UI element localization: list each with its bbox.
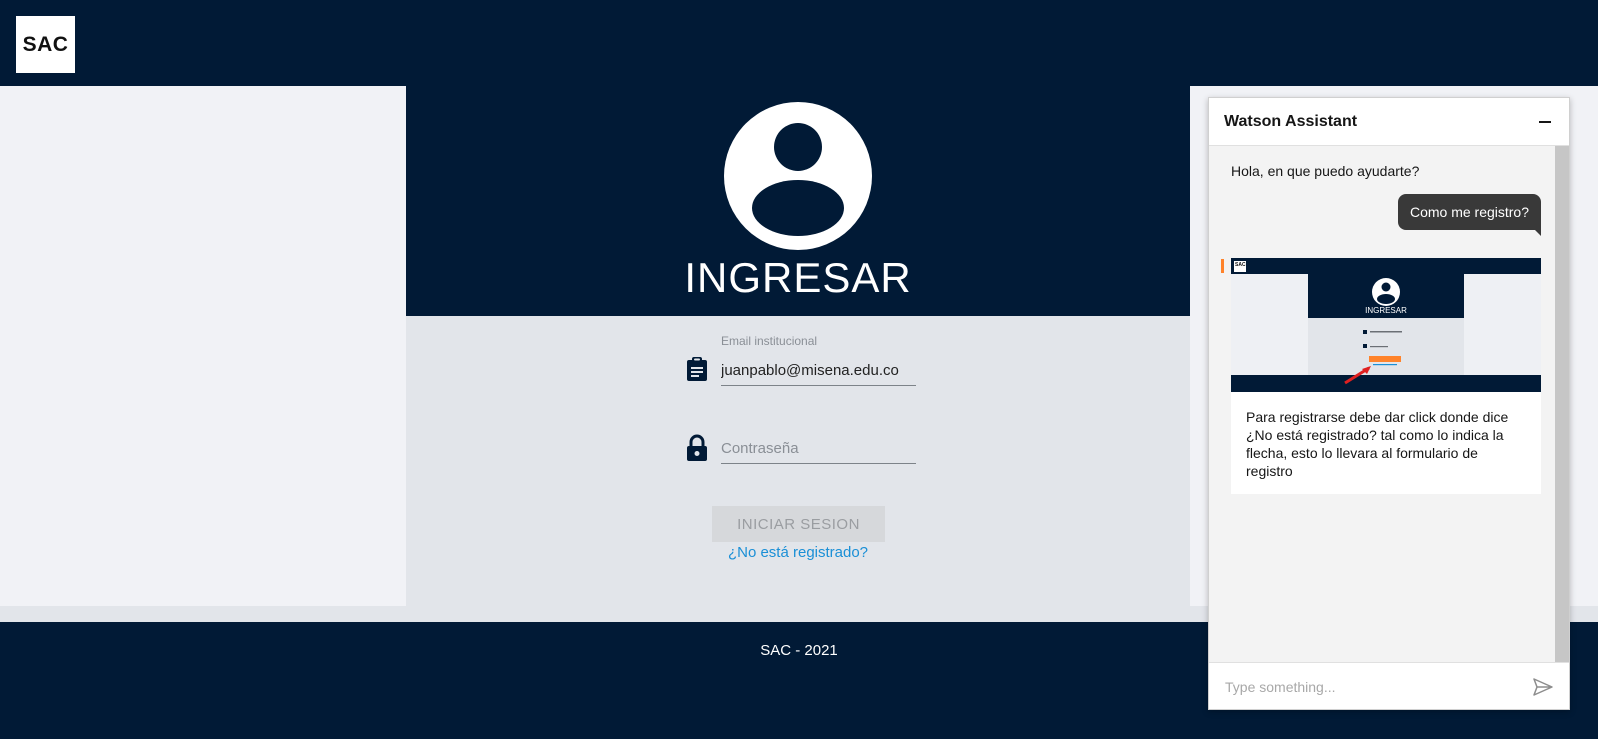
- lock-icon: [686, 434, 708, 467]
- login-hero: INGRESAR: [406, 86, 1190, 316]
- minimize-button[interactable]: [1529, 106, 1561, 138]
- bot-response-marker: [1221, 259, 1224, 273]
- email-input[interactable]: [721, 356, 916, 386]
- chat-input[interactable]: [1225, 675, 1515, 699]
- top-bar: SAC: [0, 0, 1598, 86]
- chat-widget: Watson Assistant Hola, en que puedo ayud…: [1208, 97, 1570, 710]
- bot-image-logo: SAC: [1235, 262, 1246, 268]
- chat-input-bar: [1209, 662, 1569, 709]
- minus-icon: [1539, 121, 1551, 123]
- chat-scrollbar[interactable]: [1555, 146, 1569, 662]
- bot-image-title: INGRESAR: [1365, 306, 1407, 315]
- bot-response-text: Para registrarse debe dar click donde di…: [1246, 409, 1509, 479]
- login-button[interactable]: INICIAR SESION: [712, 506, 885, 542]
- login-form: Email institucional juanpablo@misena.edu…: [406, 316, 1190, 606]
- left-panel: [0, 86, 406, 606]
- chat-title: Watson Assistant: [1224, 113, 1358, 130]
- password-input[interactable]: [721, 434, 916, 464]
- bot-greeting: Hola, en que puedo ayudarte?: [1231, 163, 1420, 179]
- user-circle-icon: [723, 101, 873, 251]
- chat-messages: Hola, en que puedo ayudarte? Como me reg…: [1209, 146, 1555, 662]
- register-link[interactable]: ¿No está registrado?: [406, 544, 1190, 561]
- email-label: Email institucional: [721, 334, 818, 348]
- login-title: INGRESAR: [684, 254, 912, 301]
- bot-response-image[interactable]: SAC INGRESAR: [1231, 258, 1541, 392]
- send-icon[interactable]: [1531, 675, 1555, 699]
- clipboard-icon: [686, 356, 708, 387]
- sac-logo[interactable]: SAC: [16, 16, 75, 73]
- user-message: Como me registro?: [1397, 194, 1542, 236]
- bot-response-card: SAC INGRESAR Para registrarse debe dar c…: [1231, 258, 1541, 494]
- chat-header: Watson Assistant: [1209, 98, 1569, 146]
